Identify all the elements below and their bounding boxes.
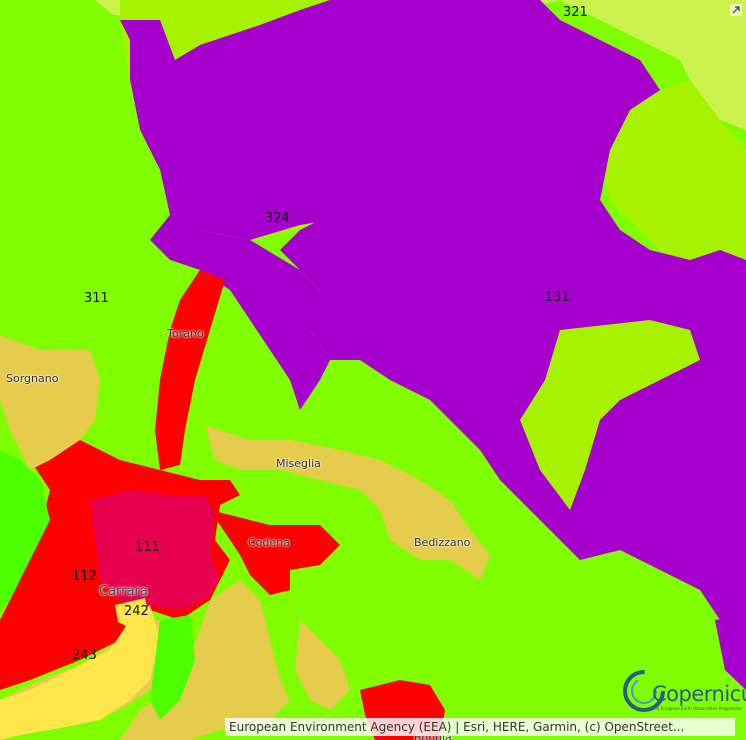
code-label-242: 242 [124, 604, 149, 619]
code-label-311: 311 [84, 291, 109, 306]
place-label-carrara: Carrara [99, 584, 148, 599]
code-label-111: 111 [135, 540, 160, 555]
code-label-131: 131 [545, 290, 570, 305]
map-attribution[interactable]: European Environment Agency (EEA) | Esri… [225, 718, 735, 736]
code-label-321: 321 [563, 5, 588, 20]
code-label-243: 243 [72, 648, 97, 663]
place-label-bedizzano: Bedizzano [414, 536, 471, 549]
place-label-sorgnano: Sorgnano [6, 372, 59, 385]
place-label-miseglia: Miseglia [276, 457, 321, 470]
expand-arrow-icon[interactable] [729, 3, 743, 17]
map-view[interactable]: 321 324 311 131 111 112 242 243 Torano S… [0, 0, 746, 740]
code-label-112: 112 [72, 569, 97, 584]
place-label-torano: Torano [167, 327, 204, 340]
logo-name: Copernicus [652, 682, 746, 706]
code-label-324: 324 [265, 211, 290, 226]
logo-tagline: The European Earth Observation Programme [652, 706, 742, 711]
place-label-codena: Codena [248, 536, 290, 549]
land-cover-layer[interactable] [0, 0, 746, 740]
